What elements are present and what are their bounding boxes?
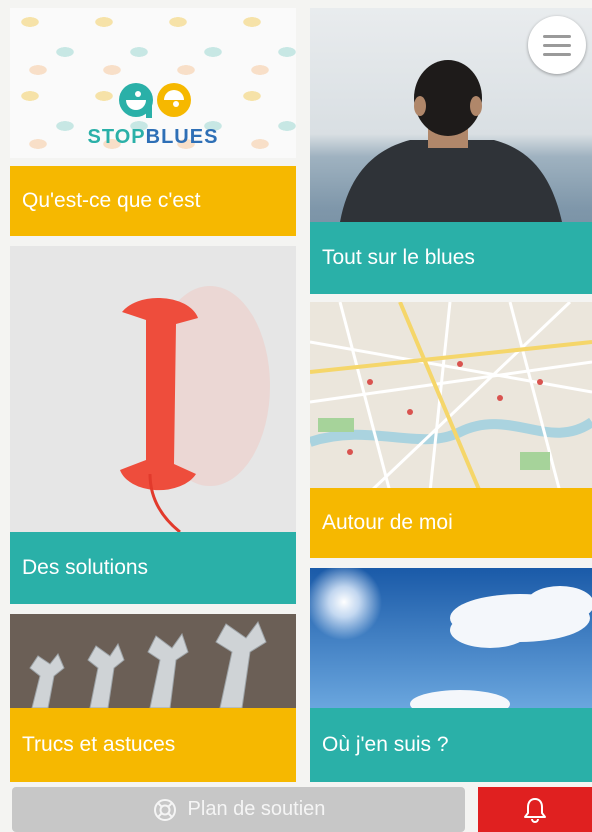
tile-quest-ce-que-cest[interactable]: Qu'est-ce que c'est xyxy=(10,166,296,236)
tile-label: Où j'en suis ? xyxy=(310,708,592,782)
tile-ou-jen-suis[interactable]: Où j'en suis ? xyxy=(310,568,592,782)
support-plan-label: Plan de soutien xyxy=(187,798,326,820)
tile-label: Des solutions xyxy=(10,532,296,604)
map-streets-image xyxy=(310,302,592,492)
stopblues-logo-mark xyxy=(119,83,191,118)
lifebuoy-icon xyxy=(153,798,176,821)
tile-label: Tout sur le blues xyxy=(310,222,592,294)
tile-label: Qu'est-ce que c'est xyxy=(10,166,296,236)
tile-des-solutions[interactable]: Des solutions xyxy=(10,246,296,604)
stopblues-wordmark: STOPBLUES xyxy=(10,126,296,149)
tile-autour-de-moi[interactable]: Autour de moi xyxy=(310,302,592,558)
tile-tout-sur-le-blues[interactable]: Tout sur le blues xyxy=(310,8,592,294)
tile-label: Trucs et astuces xyxy=(10,708,296,782)
support-plan-button[interactable]: Plan de soutien xyxy=(12,787,465,832)
alert-button[interactable] xyxy=(478,787,592,832)
hamburger-menu-icon[interactable] xyxy=(528,16,586,74)
brand-text-stop: STOP xyxy=(87,126,146,148)
sky-clouds-image xyxy=(310,568,592,708)
tile-trucs-et-astuces[interactable]: Trucs et astuces xyxy=(10,614,296,782)
red-telephone-image xyxy=(10,246,296,532)
brand-text-blues: BLUES xyxy=(145,126,219,148)
logo-tile: STOPBLUES xyxy=(10,8,296,158)
bell-icon xyxy=(524,797,546,823)
wrenches-image xyxy=(10,614,296,708)
tile-label: Autour de moi xyxy=(310,488,592,558)
